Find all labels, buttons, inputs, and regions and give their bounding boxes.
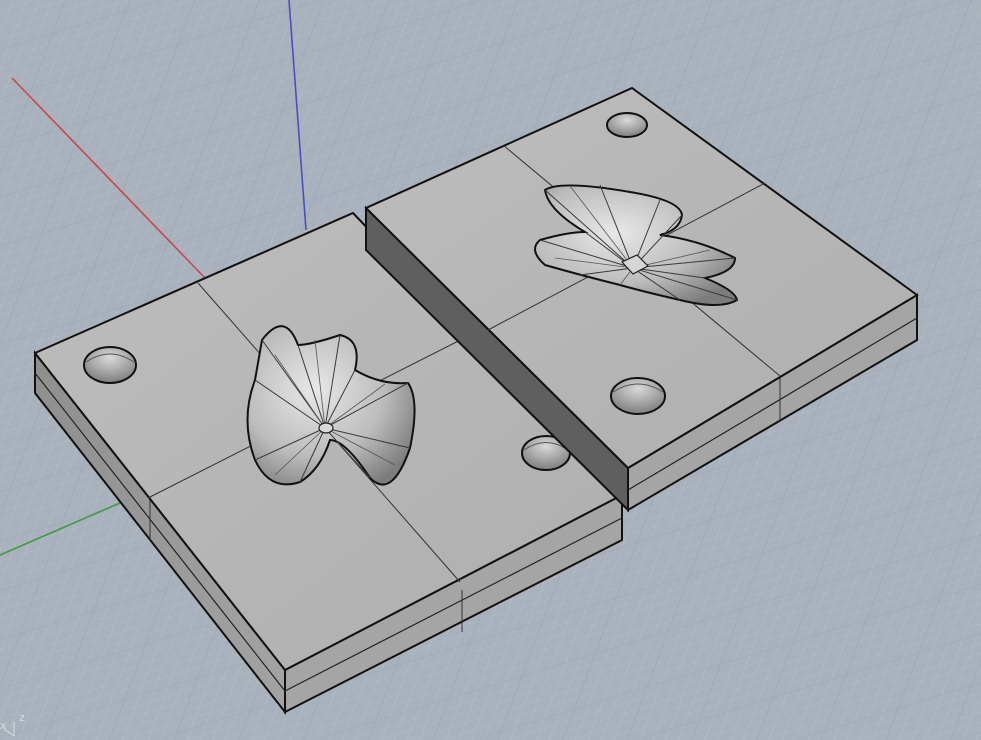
right-block-hole-1[interactable] (606, 112, 648, 138)
left-block-hole-1[interactable] (83, 346, 137, 384)
triad-z-label: z (19, 711, 25, 724)
right-block-hole-2[interactable] (610, 377, 666, 415)
3d-viewport[interactable]: x z (0, 0, 981, 740)
viewport-scene[interactable] (0, 0, 981, 740)
triad-x-label: x (0, 719, 7, 732)
